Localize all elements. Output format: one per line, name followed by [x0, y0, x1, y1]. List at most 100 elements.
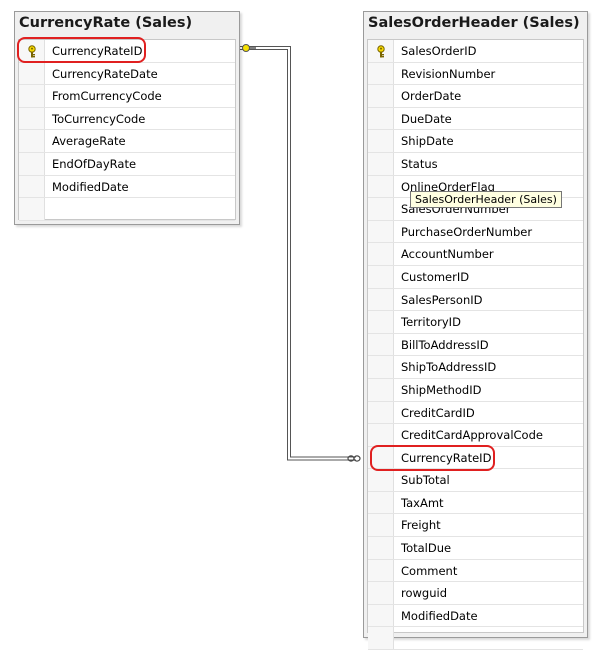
table-currency-rate[interactable]: CurrencyRate (Sales) CurrencyRateID Curre… — [14, 11, 240, 225]
key-icon — [377, 45, 385, 58]
column-name: EndOfDayRate — [52, 156, 137, 171]
row-selector[interactable] — [368, 333, 394, 356]
column-name: AccountNumber — [401, 247, 494, 262]
column-row[interactable]: SubTotal — [368, 469, 583, 492]
column-name: CurrencyRateID — [52, 44, 143, 58]
row-selector[interactable] — [368, 514, 394, 537]
column-row[interactable]: AccountNumber — [368, 243, 583, 266]
column-row[interactable]: AverageRate — [19, 130, 235, 153]
column-name: AverageRate — [52, 134, 126, 149]
row-selector[interactable] — [19, 175, 45, 198]
row-selector[interactable] — [368, 469, 394, 491]
row-selector[interactable] — [19, 130, 45, 152]
row-selector[interactable] — [368, 152, 394, 175]
column-row[interactable]: CurrencyRateID — [19, 40, 235, 63]
column-row[interactable]: ToCurrencyCode — [19, 107, 235, 131]
row-selector[interactable] — [368, 446, 394, 469]
column-name: ToCurrencyCode — [52, 111, 146, 126]
column-row[interactable]: ModifiedDate — [19, 175, 235, 199]
tooltip: SalesOrderHeader (Sales) — [410, 191, 562, 208]
column-row[interactable]: SalesOrderID — [368, 40, 583, 63]
column-name: SalesPersonID — [401, 292, 483, 307]
column-row[interactable]: rowguid — [368, 582, 583, 605]
column-row[interactable]: CustomerID — [368, 265, 583, 289]
column-row[interactable]: Status — [368, 152, 583, 176]
column-row[interactable]: EndOfDayRate — [19, 152, 235, 176]
table-sales-order-header[interactable]: SalesOrderHeader (Sales) SalesOrderID Rev… — [363, 11, 588, 650]
column-name: TerritoryID — [401, 315, 461, 330]
row-selector[interactable] — [368, 424, 394, 446]
column-name: CurrencyRateDate — [52, 66, 158, 81]
row-selector[interactable] — [368, 559, 394, 582]
row-selector[interactable] — [19, 62, 45, 85]
column-name: BillToAddressID — [401, 337, 489, 352]
row-selector[interactable] — [368, 220, 394, 243]
column-name: ModifiedDate — [52, 179, 129, 194]
column-name: ShipDate — [401, 134, 454, 149]
row-selector[interactable] — [368, 62, 394, 85]
key-icon — [28, 45, 36, 58]
column-row[interactable]: TerritoryID — [368, 311, 583, 334]
column-row[interactable]: DueDate — [368, 107, 583, 131]
column-name: OrderDate — [401, 89, 462, 104]
column-row[interactable]: ModifiedDate — [368, 604, 583, 628]
column-name: FromCurrencyCode — [52, 89, 162, 104]
row-selector[interactable] — [368, 401, 394, 424]
column-row[interactable]: CurrencyRateID — [368, 446, 583, 470]
column-name: Status — [401, 156, 438, 171]
table-title: CurrencyRate (Sales) — [19, 15, 193, 31]
row-selector[interactable] — [368, 288, 394, 311]
row-selector[interactable] — [368, 627, 394, 650]
empty-row[interactable] — [19, 198, 235, 221]
column-name: SubTotal — [401, 473, 450, 488]
row-selector[interactable] — [368, 604, 394, 627]
row-selector[interactable] — [19, 107, 45, 130]
column-row[interactable]: ShipDate — [368, 130, 583, 153]
column-row[interactable]: OrderDate — [368, 85, 583, 108]
row-selector[interactable] — [368, 130, 394, 152]
column-row[interactable]: CurrencyRateDate — [19, 62, 235, 86]
row-selector[interactable] — [368, 107, 394, 130]
column-name: CreditCardApprovalCode — [401, 428, 543, 443]
row-selector[interactable] — [368, 491, 394, 514]
column-name: TotalDue — [401, 541, 452, 556]
column-row[interactable]: CreditCardApprovalCode — [368, 424, 583, 447]
column-name: TaxAmt — [401, 495, 444, 510]
row-selector[interactable] — [368, 198, 394, 220]
row-selector[interactable] — [368, 243, 394, 265]
column-name: CreditCardID — [401, 405, 475, 420]
row-selector[interactable] — [368, 311, 394, 333]
column-row[interactable]: TaxAmt — [368, 491, 583, 515]
row-selector[interactable] — [368, 582, 394, 604]
row-selector[interactable] — [19, 198, 45, 220]
table-title: SalesOrderHeader (Sales) — [368, 15, 580, 31]
column-row[interactable]: ShipMethodID — [368, 378, 583, 402]
column-row[interactable]: Comment — [368, 559, 583, 583]
row-selector[interactable] — [19, 152, 45, 175]
row-selector[interactable] — [368, 175, 394, 198]
column-row[interactable]: FromCurrencyCode — [19, 85, 235, 108]
column-name: Comment — [401, 563, 458, 578]
column-row[interactable]: ShipToAddressID — [368, 356, 583, 379]
row-selector[interactable] — [19, 85, 45, 107]
column-grid: CurrencyRateID CurrencyRateDate FromCurren… — [18, 39, 236, 221]
row-selector[interactable] — [368, 265, 394, 288]
column-row[interactable]: BillToAddressID — [368, 333, 583, 357]
column-name: CurrencyRateID — [401, 450, 492, 465]
column-row[interactable]: RevisionNumber — [368, 62, 583, 86]
column-name: SalesOrderID — [401, 44, 477, 58]
column-row[interactable]: PurchaseOrderNumber — [368, 220, 583, 244]
column-row[interactable]: TotalDue — [368, 537, 583, 560]
column-row[interactable]: Freight — [368, 514, 583, 538]
row-selector[interactable] — [368, 85, 394, 107]
column-row[interactable]: CreditCardID — [368, 401, 583, 425]
empty-row[interactable] — [368, 627, 583, 650]
row-selector[interactable] — [368, 378, 394, 401]
column-name: RevisionNumber — [401, 66, 496, 81]
column-name: ShipToAddressID — [401, 360, 497, 375]
column-name: PurchaseOrderNumber — [401, 224, 533, 239]
column-row[interactable]: SalesPersonID — [368, 288, 583, 312]
row-selector[interactable] — [368, 356, 394, 378]
column-name: Freight — [401, 518, 441, 533]
row-selector[interactable] — [368, 537, 394, 559]
